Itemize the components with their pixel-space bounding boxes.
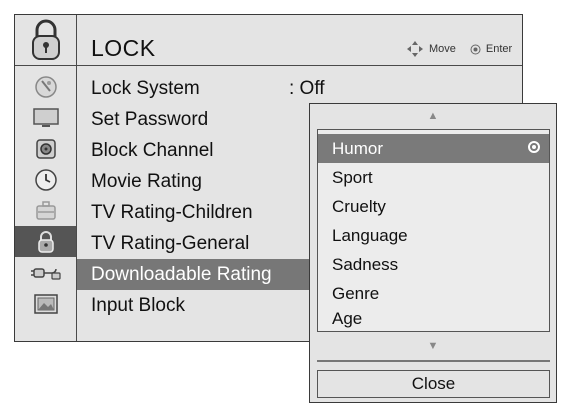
radio-selected-icon <box>528 141 540 153</box>
menu-item-label: Downloadable Rating <box>91 264 272 285</box>
menu-item-label: Input Block <box>91 295 185 316</box>
sidebar-item-channel[interactable] <box>15 71 76 102</box>
option-label: Age <box>332 309 363 328</box>
sidebar-item-input[interactable] <box>15 257 76 288</box>
picture-frame-icon <box>33 293 58 314</box>
menu-item-label: TV Rating-Children <box>91 202 253 223</box>
option-label: Humor <box>332 139 384 158</box>
briefcase-icon <box>35 200 56 220</box>
header-icon-cell <box>15 15 77 65</box>
category-sidebar <box>15 65 77 341</box>
rating-option-list: Humor Sport Cruelty Language Sadness Gen… <box>317 129 550 332</box>
sidebar-item-option[interactable] <box>15 195 76 226</box>
menu-item-label: TV Rating-General <box>91 233 250 254</box>
menu-item-lock-system[interactable]: Lock System : Off <box>77 73 522 104</box>
move-arrows-icon <box>407 41 423 57</box>
downloadable-rating-popup: ▲ Humor Sport Cruelty Language Sadness G… <box>309 103 557 403</box>
option-language[interactable]: Language <box>318 221 549 250</box>
monitor-icon <box>32 107 59 127</box>
page-title: LOCK <box>91 35 156 61</box>
navigation-hints: Move Enter <box>406 40 512 58</box>
close-button[interactable]: Close <box>317 370 550 398</box>
menu-header: LOCK Move Enter <box>15 15 522 66</box>
enter-icon <box>470 44 481 54</box>
option-age[interactable]: Age <box>318 304 549 333</box>
option-label: Sport <box>332 168 373 187</box>
speaker-icon <box>35 138 56 159</box>
menu-item-label: Movie Rating <box>91 171 202 192</box>
option-humor[interactable]: Humor <box>318 134 549 163</box>
popup-divider <box>317 360 550 362</box>
satellite-dish-icon <box>34 75 57 98</box>
option-label: Cruelty <box>332 197 386 216</box>
option-sport[interactable]: Sport <box>318 163 549 192</box>
padlock-icon <box>32 19 60 60</box>
lock-system-value: : Off <box>289 78 325 99</box>
sidebar-item-time[interactable] <box>15 164 76 195</box>
option-sadness[interactable]: Sadness <box>318 250 549 279</box>
clock-icon <box>34 168 57 191</box>
plug-icon <box>30 267 61 280</box>
option-label: Language <box>332 226 408 245</box>
option-cruelty[interactable]: Cruelty <box>318 192 549 221</box>
sidebar-item-picture[interactable] <box>15 102 76 133</box>
move-hint-label: Move <box>429 43 456 55</box>
down-arrow-icon[interactable]: ▼ <box>310 340 556 352</box>
option-label: Sadness <box>332 255 399 274</box>
padlock-icon <box>37 230 54 253</box>
menu-item-label: Set Password <box>91 109 209 130</box>
menu-item-label: Lock System <box>91 78 200 99</box>
menu-item-downloadable-rating[interactable]: Downloadable Rating <box>77 259 310 290</box>
sidebar-item-audio[interactable] <box>15 133 76 164</box>
sidebar-item-photo[interactable] <box>15 288 76 319</box>
enter-hint-label: Enter <box>485 43 513 55</box>
sidebar-item-lock[interactable] <box>15 226 76 257</box>
up-arrow-icon[interactable]: ▲ <box>310 110 556 122</box>
menu-item-label: Block Channel <box>91 140 214 161</box>
